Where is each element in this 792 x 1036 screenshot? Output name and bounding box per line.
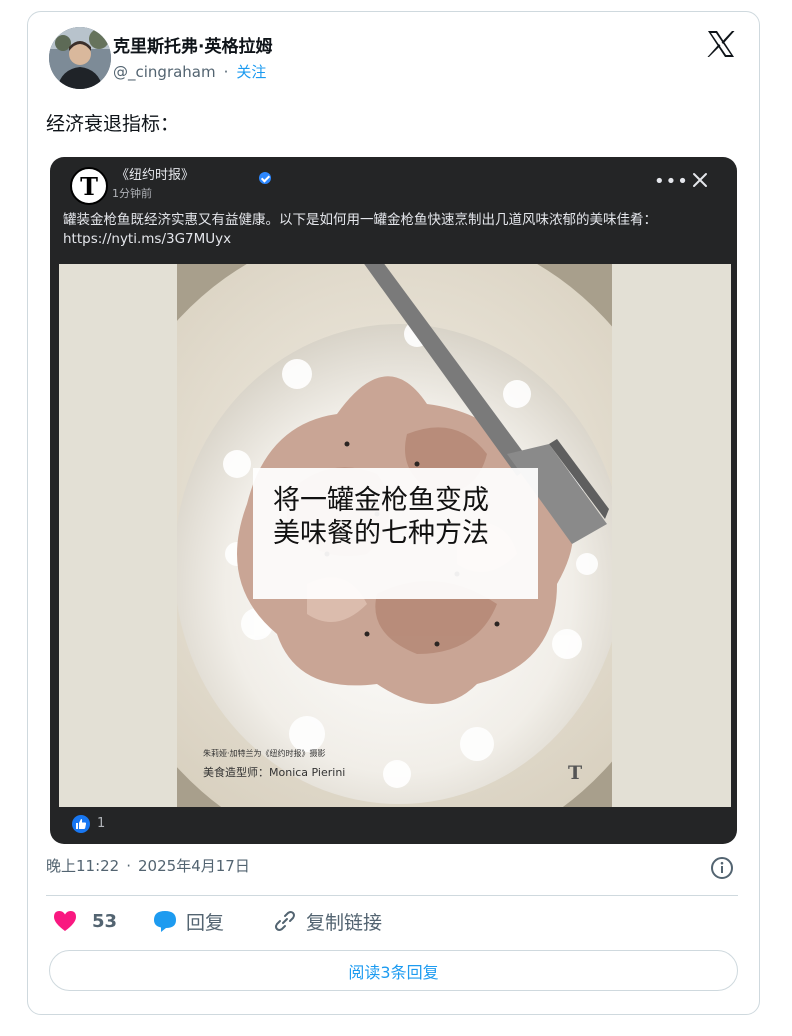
verified-badge-icon bbox=[259, 172, 271, 184]
nyt-logo-icon: T bbox=[70, 167, 108, 205]
avatar[interactable] bbox=[49, 27, 111, 89]
copy-link-label: 复制链接 bbox=[306, 911, 383, 934]
handle-row: @_cingraham · 关注 bbox=[113, 61, 266, 82]
like-button[interactable]: 53 bbox=[52, 906, 117, 936]
post-image: 将一罐金枪鱼变成 美味餐的七种方法 朱莉娅·加特兰为《纽约时报》摄影 美食造型师… bbox=[59, 264, 731, 807]
tweet-text: 经济衰退指标： bbox=[46, 113, 180, 135]
more-options-icon: ••• bbox=[654, 171, 689, 192]
author-handle[interactable]: @_cingraham bbox=[113, 63, 216, 81]
separator-dot: · bbox=[223, 63, 229, 81]
post-link: https://nyti.ms/3G7MUyx bbox=[63, 231, 232, 247]
read-replies-button[interactable]: 阅读3条回复 bbox=[49, 950, 738, 991]
image-headline-line: 将一罐金枪鱼变成 bbox=[273, 485, 489, 516]
separator-dot: · bbox=[126, 857, 132, 875]
post-time: 1分钟前 bbox=[112, 187, 152, 200]
post-text-line: 罐装金枪鱼既经济实惠又有益健康。以下是如何用一罐金枪鱼快速烹制出几道风味浓郁的美… bbox=[63, 212, 657, 228]
divider bbox=[46, 895, 738, 896]
reply-label: 回复 bbox=[186, 911, 225, 934]
copy-link-button[interactable]: 复制链接 bbox=[272, 906, 382, 936]
food-stylist-credit: 美食造型师：Monica Pierini bbox=[203, 766, 346, 779]
tweet-timestamp[interactable]: 晚上11:22 · 2025年4月17日 bbox=[46, 855, 250, 876]
reply-button[interactable]: 回复 bbox=[152, 906, 224, 936]
follow-button[interactable]: 关注 bbox=[236, 63, 266, 81]
likes-count: 53 bbox=[92, 910, 118, 932]
tweet-time: 晚上11:22 bbox=[46, 857, 120, 875]
heart-icon bbox=[54, 911, 76, 931]
nyt-watermark-icon: T bbox=[568, 762, 583, 784]
link-icon bbox=[275, 911, 295, 931]
like-reaction-icon bbox=[72, 815, 90, 833]
post-text: 罐装金枪鱼既经济实惠又有益健康。以下是如何用一罐金枪鱼快速烹制出几道风味浓郁的美… bbox=[63, 211, 723, 249]
tweet-date: 2025年4月17日 bbox=[138, 857, 250, 875]
info-icon[interactable] bbox=[710, 856, 734, 880]
reply-bubble-icon bbox=[154, 911, 176, 932]
x-logo-icon[interactable] bbox=[706, 29, 736, 59]
reaction-count: 1 bbox=[97, 816, 106, 831]
photo-credit: 朱莉娅·加特兰为《纽约时报》摄影 bbox=[203, 749, 326, 758]
embedded-facebook-post[interactable]: T 《纽约时报》 1分钟前 ••• 罐装金枪鱼既经济实惠又有益健康。以下是如何用… bbox=[50, 157, 737, 844]
author-name[interactable]: 克里斯托弗·英格拉姆 bbox=[113, 32, 272, 57]
image-headline-line: 美味餐的七种方法 bbox=[273, 518, 489, 549]
image-headline: 将一罐金枪鱼变成 美味餐的七种方法 bbox=[273, 484, 533, 550]
close-icon bbox=[693, 173, 707, 187]
page-name: 《纽约时报》 bbox=[116, 168, 195, 183]
